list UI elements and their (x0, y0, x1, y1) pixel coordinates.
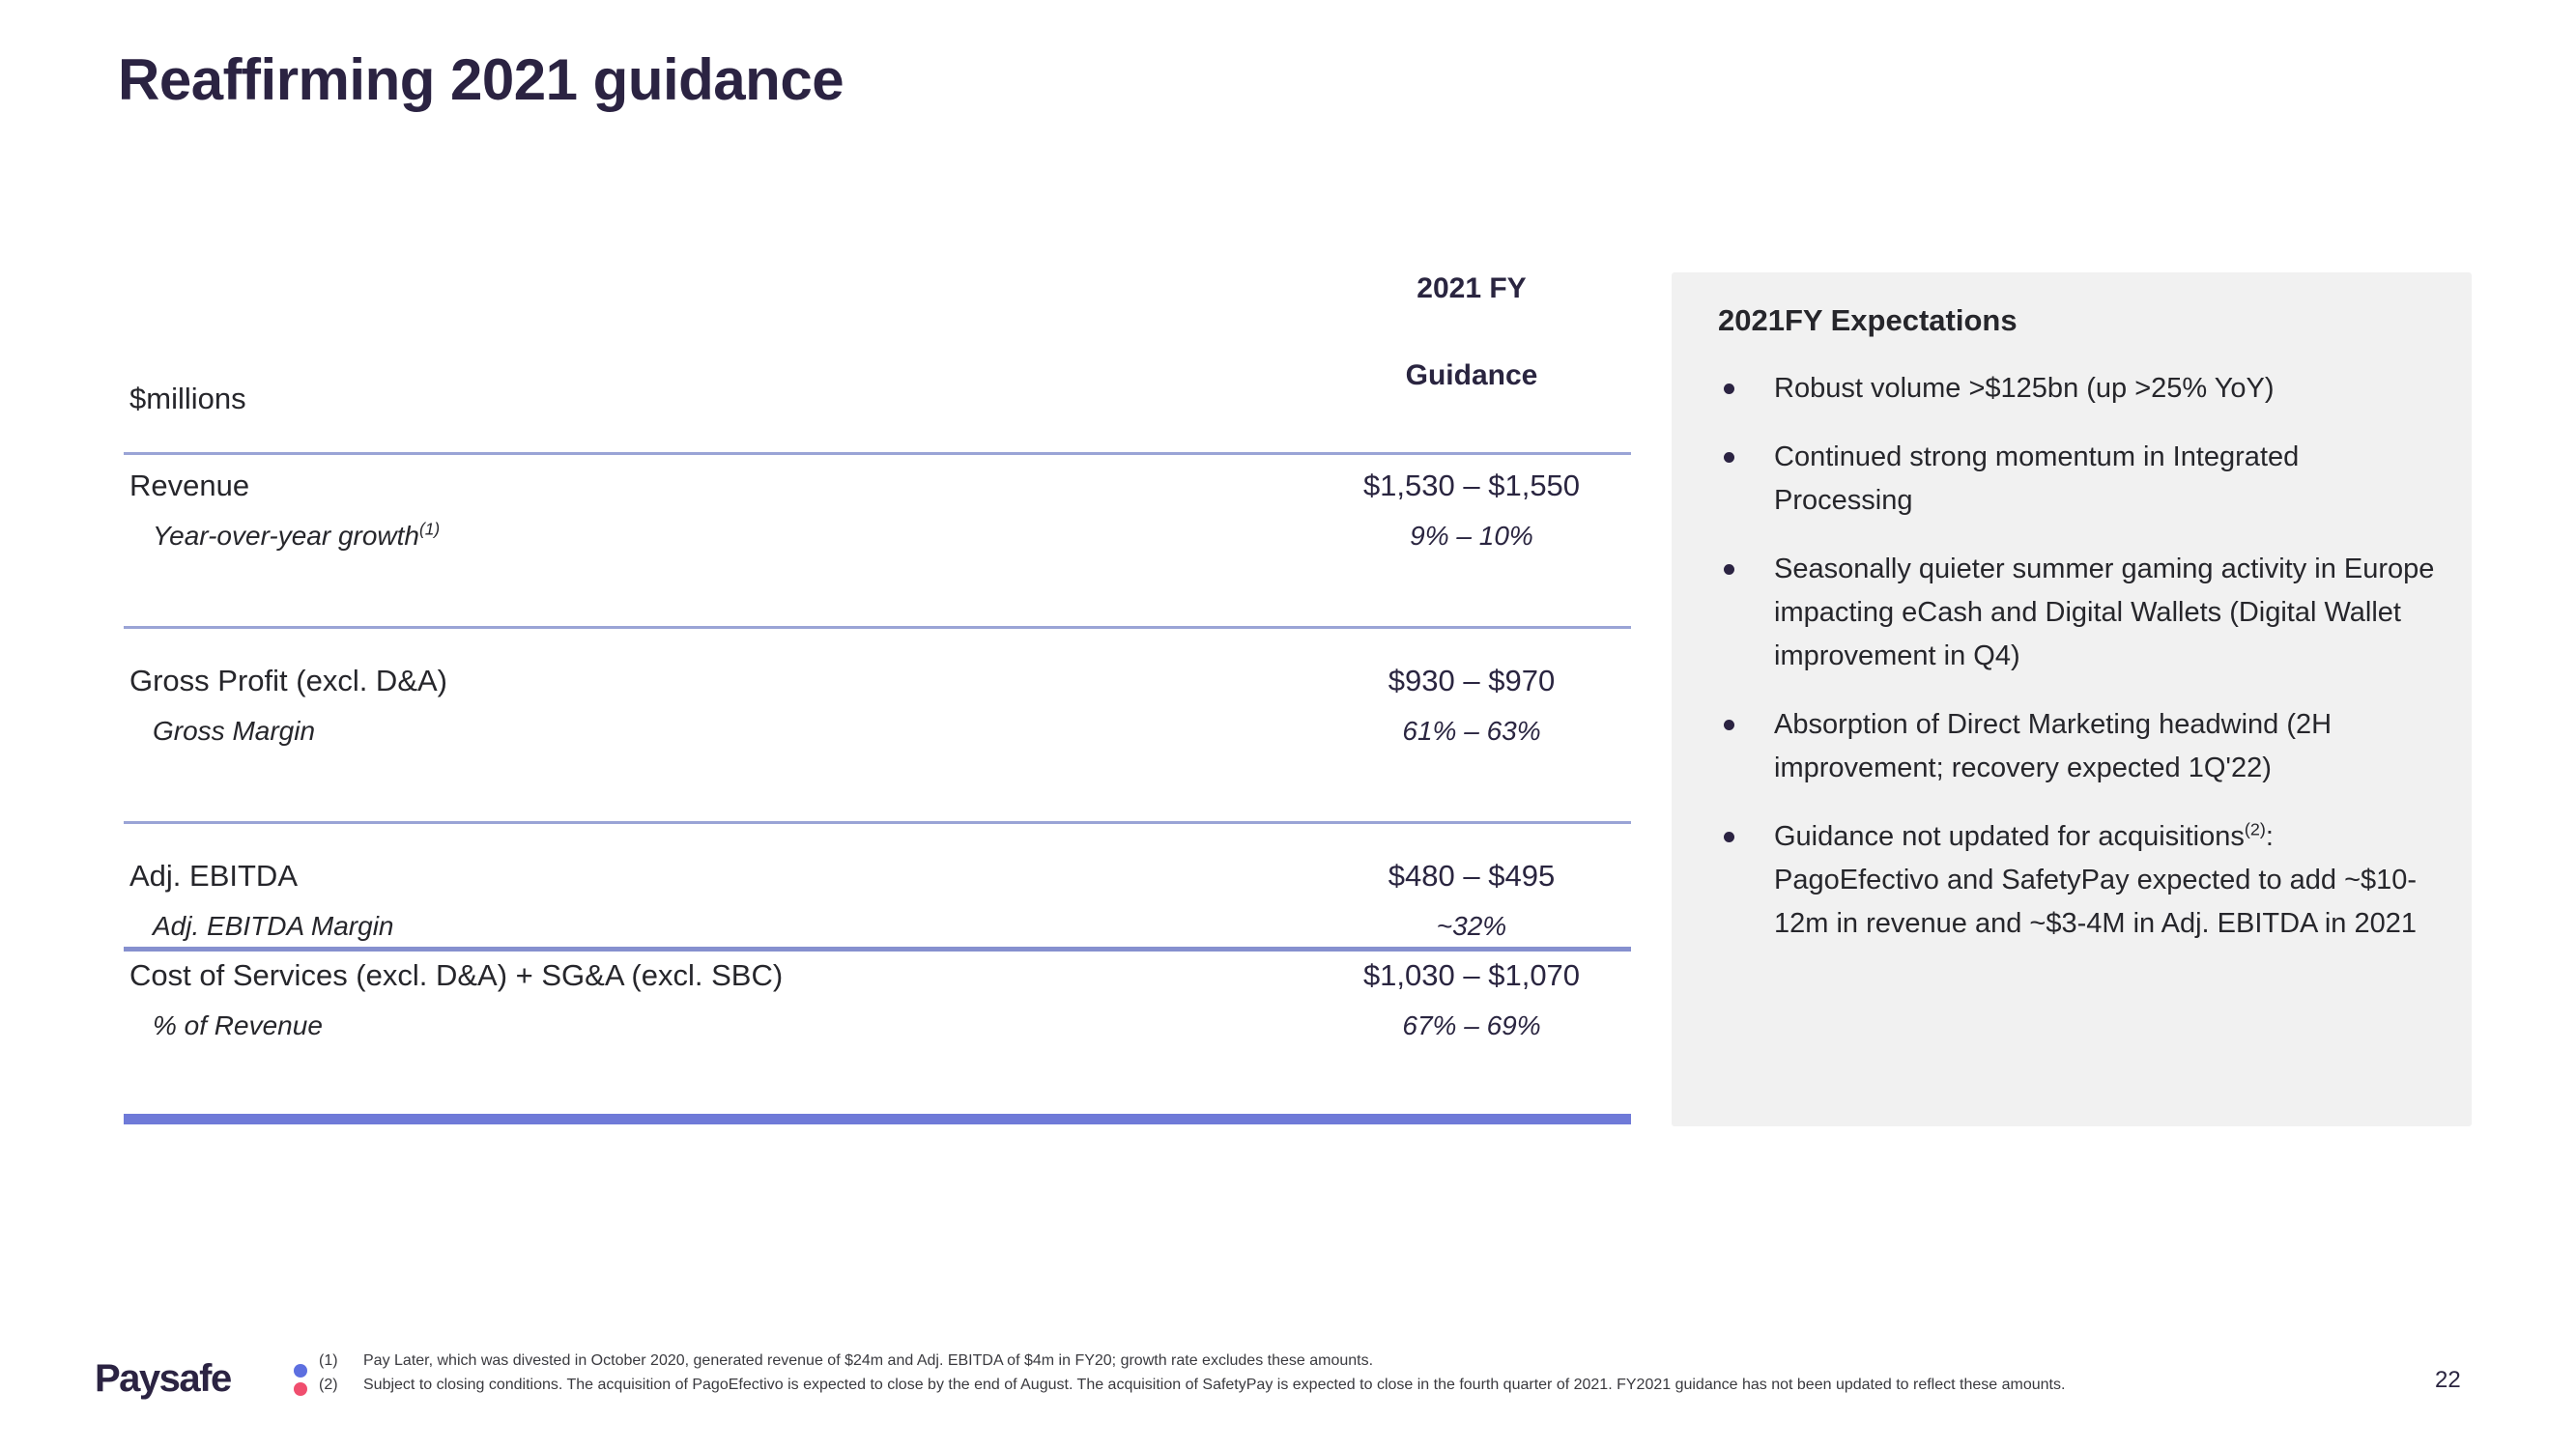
table-divider (124, 821, 1631, 824)
bullet-icon (1724, 720, 1734, 730)
list-item-text: Continued strong momentum in Integrated … (1774, 441, 2300, 516)
table-row: Gross Margin 61% – 63% (124, 707, 1631, 804)
list-item-text: Seasonally quieter summer gaming activit… (1774, 554, 2435, 671)
row-label: Gross Margin (153, 716, 316, 746)
footnote-ref-1: (1) (419, 519, 441, 539)
list-item-text: Absorption of Direct Marketing headwind … (1774, 709, 2333, 783)
row-label: Adj. EBITDA Margin (153, 911, 394, 941)
column-header-guidance: Guidance (1405, 359, 1538, 391)
table-divider (124, 626, 1631, 629)
list-item: Robust volume >$125bn (up >25% YoY) (1718, 367, 2441, 411)
table-column-header: 2021 FY Guidance (1312, 270, 1631, 394)
list-item: Guidance not updated for acquisitions(2)… (1718, 815, 2441, 946)
units-label: $millions (129, 382, 246, 415)
column-header-year: 2021 FY (1417, 272, 1527, 304)
row-label: % of Revenue (153, 1010, 323, 1040)
row-label: Adj. EBITDA (129, 859, 298, 893)
table-divider-header (124, 452, 1631, 455)
list-item: Continued strong momentum in Integrated … (1718, 436, 2441, 523)
page-number: 22 (2435, 1367, 2461, 1393)
logo-wordmark: Paysafe (95, 1357, 232, 1400)
row-value: ~32% (1436, 911, 1507, 941)
list-item-text-continued: PagoEfectivo and SafetyPay expected to a… (1774, 865, 2418, 939)
table-row: Year-over-year growth(1) 9% – 10% (124, 512, 1631, 609)
row-label: Year-over-year growth(1) (153, 519, 441, 551)
page-title: Reaffirming 2021 guidance (118, 47, 844, 112)
row-label: Cost of Services (excl. D&A) + SG&A (exc… (129, 958, 784, 992)
footnote-ref-2: (2) (2244, 819, 2266, 839)
list-item: Absorption of Direct Marketing headwind … (1718, 703, 2441, 790)
footnote-text: Pay Later, which was divested in October… (363, 1352, 1374, 1369)
footnotes: (1) Pay Later, which was divested in Oct… (319, 1349, 2348, 1397)
bullet-icon (1724, 832, 1734, 842)
list-item-text-suffix: : (2265, 821, 2274, 852)
footnote-number: (2) (319, 1377, 338, 1393)
row-label: Gross Profit (excl. D&A) (129, 664, 447, 697)
bullet-icon (1724, 564, 1734, 575)
list-item-text: Robust volume >$125bn (up >25% YoY) (1774, 373, 2275, 404)
footnote-text: Subject to closing conditions. The acqui… (363, 1377, 2066, 1393)
footnote-2: (2) Subject to closing conditions. The a… (319, 1373, 2348, 1397)
row-value: 67% – 69% (1402, 1010, 1541, 1040)
footnote-1: (1) Pay Later, which was divested in Oct… (319, 1349, 2348, 1373)
row-value: 9% – 10% (1410, 521, 1533, 551)
paysafe-logo: Paysafe (95, 1356, 307, 1401)
list-item-text: Guidance not updated for acquisitions (1774, 821, 2245, 852)
list-item: Seasonally quieter summer gaming activit… (1718, 548, 2441, 678)
row-value: $930 – $970 (1388, 664, 1556, 697)
footnote-number: (1) (319, 1352, 338, 1369)
expectations-list: Robust volume >$125bn (up >25% YoY) Cont… (1718, 367, 2441, 971)
row-value: 61% – 63% (1402, 716, 1541, 746)
logo-dots-icon (294, 1364, 309, 1396)
panel-title: 2021FY Expectations (1718, 303, 2018, 337)
row-label: Revenue (129, 469, 250, 502)
row-value: $1,030 – $1,070 (1362, 958, 1581, 992)
bullet-icon (1724, 384, 1734, 394)
bullet-icon (1724, 452, 1734, 463)
row-value: $1,530 – $1,550 (1362, 469, 1581, 502)
table-bottom-rule (124, 1114, 1631, 1124)
row-value: $480 – $495 (1388, 859, 1556, 893)
table-row: % of Revenue 67% – 69% (124, 1002, 1631, 1098)
expectations-panel: 2021FY Expectations Robust volume >$125b… (1672, 272, 2472, 1126)
